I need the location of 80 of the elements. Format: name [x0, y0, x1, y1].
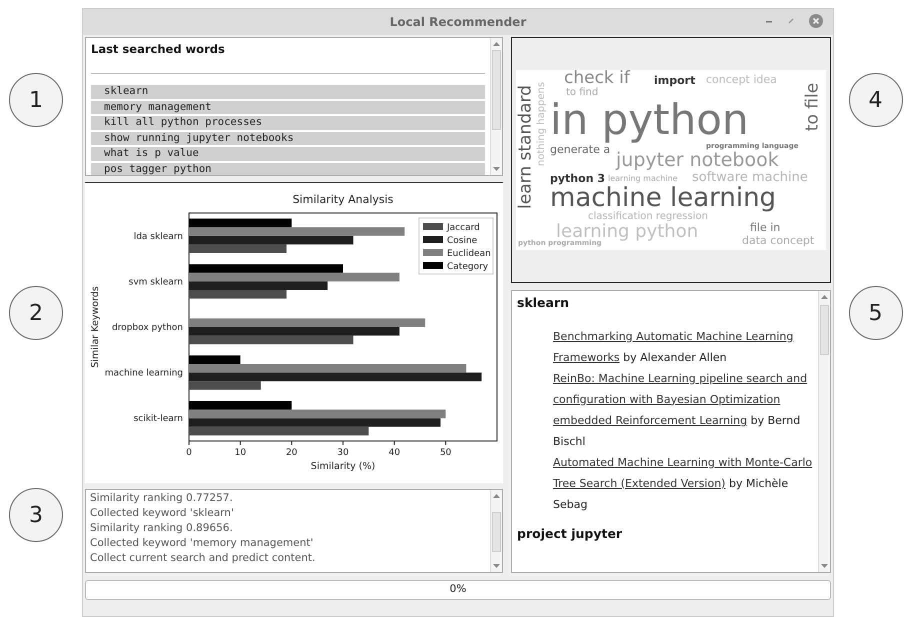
x-tick-label: 40: [388, 448, 400, 458]
cloud-word: machine learning: [550, 185, 776, 211]
callout-number: 2: [9, 286, 63, 340]
close-icon[interactable]: [809, 14, 823, 28]
cloud-word: to file: [804, 82, 822, 132]
cloud-word: to find: [566, 88, 598, 98]
category-label: scikit-learn: [134, 414, 183, 424]
scrollbar[interactable]: [490, 490, 502, 572]
y-axis-label: Similar Keywords: [90, 286, 101, 368]
cloud-word: classification regression: [588, 212, 708, 222]
cloud-word: jupyter notebook: [616, 151, 779, 170]
x-tick: 50: [440, 440, 452, 458]
x-tick: 20: [286, 440, 298, 458]
legend-label: Euclidean: [447, 248, 491, 258]
callout-number: 3: [9, 488, 63, 542]
scrollbar[interactable]: [490, 38, 502, 175]
history-item[interactable]: sklearn: [91, 85, 485, 99]
x-tick-label: 50: [440, 448, 452, 458]
scroll-up-icon[interactable]: [821, 295, 828, 299]
x-tick-label: 30: [337, 448, 349, 458]
window-title: Local Recommender: [390, 14, 526, 31]
history-item[interactable]: show running jupyter notebooks: [91, 132, 485, 146]
cloud-word: learning machine: [608, 175, 678, 183]
cloud-word: generate a: [550, 144, 610, 155]
legend-label: Category: [447, 262, 489, 272]
x-tick: 10: [234, 440, 246, 458]
log-line: Similarity ranking 0.77257.: [90, 491, 234, 506]
chart-title: Similarity Analysis: [292, 192, 394, 206]
cloud-word: in python: [550, 99, 749, 141]
x-tick-label: 0: [186, 448, 192, 458]
x-axis-label: Similarity (%): [310, 460, 376, 472]
x-tick: 40: [388, 440, 400, 458]
callout-number: 5: [848, 286, 902, 340]
scroll-down-icon[interactable]: [493, 564, 500, 568]
panel-heading: Last searched words: [91, 41, 226, 58]
category-label: svm sklearn: [128, 276, 183, 287]
x-tick: 0: [186, 440, 192, 458]
callout-number: 4: [848, 73, 902, 127]
cloud-word: learn standard: [517, 85, 534, 209]
legend-label: Jaccard: [446, 222, 480, 232]
category-label: dropbox python: [112, 322, 183, 332]
reference-keyword: project jupyter: [517, 524, 624, 543]
scroll-up-icon[interactable]: [493, 42, 500, 46]
x-tick: 30: [337, 440, 349, 458]
progress-text: 0%: [450, 582, 466, 598]
cloud-word: check if: [564, 70, 630, 87]
cloud-word: file in: [750, 222, 780, 233]
x-tick-label: 20: [286, 448, 298, 458]
log-line: Collected keyword 'memory management': [90, 536, 314, 551]
category-label: lda sklearn: [134, 231, 183, 242]
cloud-word: import: [654, 75, 696, 86]
scrollbar-thumb[interactable]: [492, 512, 501, 552]
reference-entry[interactable]: ReinBo: Machine Learning pipeline search and configuration with Bayesian Optimization embedded Reinforcement Learning by Bernd Bischl: [553, 368, 814, 452]
scroll-down-icon[interactable]: [821, 564, 828, 568]
legend-label: Cosine: [447, 236, 478, 246]
history-item[interactable]: memory management: [91, 100, 485, 114]
scroll-up-icon[interactable]: [493, 494, 500, 498]
cloud-word: python 3: [550, 173, 606, 184]
reference-keyword: sklearn: [517, 294, 570, 312]
scroll-down-icon[interactable]: [493, 167, 500, 171]
restore-icon[interactable]: [787, 17, 795, 25]
category-label: machine learning: [104, 368, 183, 378]
cloud-word: nothing happens: [537, 82, 548, 166]
callout-number: 1: [9, 73, 63, 127]
history-item[interactable]: what is p value: [91, 147, 485, 161]
reference-entry[interactable]: Automated Machine Learning with Monte-Carlo Tree Search (Extended Version) by Michèle Sebag: [553, 452, 814, 515]
log-line: Collected keyword 'sklearn': [90, 506, 235, 521]
cloud-word: learning python: [556, 223, 698, 241]
log-line: Similarity ranking 0.89656.: [90, 521, 234, 536]
scrollbar-thumb[interactable]: [492, 50, 501, 130]
x-tick-label: 10: [234, 448, 246, 458]
cloud-word: data concept: [742, 235, 814, 246]
reference-entry[interactable]: Benchmarking Automatic Machine Learning Frameworks by Alexander Allen: [553, 326, 814, 368]
scrollbar[interactable]: [818, 291, 830, 572]
cloud-word: concept idea: [706, 74, 777, 85]
scrollbar-thumb[interactable]: [820, 305, 829, 355]
cloud-word: software machine: [692, 171, 808, 184]
history-item[interactable]: kill all python processes: [91, 116, 485, 130]
log-line: Collect current search and predict content.: [90, 551, 316, 566]
history-item[interactable]: pos tagger python: [91, 162, 485, 175]
